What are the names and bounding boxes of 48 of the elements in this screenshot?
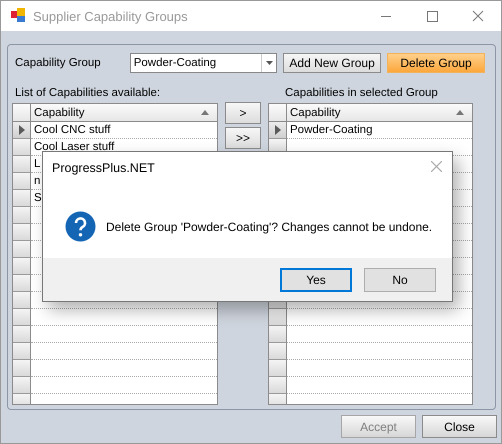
sort-ascending-icon — [201, 110, 209, 115]
row-header[interactable] — [269, 360, 287, 377]
row-header[interactable] — [269, 326, 287, 343]
dialog-button[interactable]: Yes — [280, 268, 352, 292]
app-icon — [11, 8, 27, 24]
row-header[interactable] — [13, 377, 31, 394]
row-header[interactable] — [13, 207, 31, 224]
current-row-icon — [18, 125, 24, 135]
group-dropdown[interactable]: Powder-Coating — [130, 53, 278, 73]
row-header[interactable] — [13, 156, 31, 173]
row-header[interactable] — [13, 360, 31, 377]
row-header[interactable] — [13, 309, 31, 326]
row-header[interactable] — [13, 122, 31, 139]
question-icon — [65, 211, 96, 242]
window-title: Supplier Capability Groups — [33, 8, 189, 24]
row-header[interactable] — [13, 190, 31, 207]
row-header[interactable] — [13, 241, 31, 258]
group-button[interactable]: Add New Group — [283, 53, 382, 73]
row-header[interactable] — [13, 258, 31, 275]
row-header[interactable] — [13, 326, 31, 343]
row-header[interactable] — [13, 173, 31, 190]
row-header[interactable] — [269, 377, 287, 394]
column-header[interactable]: Capability — [31, 104, 217, 122]
current-row-icon — [274, 125, 280, 135]
group-button[interactable]: Delete Group — [387, 53, 486, 73]
row-header[interactable] — [13, 292, 31, 309]
dialog-button[interactable]: No — [364, 268, 436, 292]
column-header[interactable]: Capability — [287, 104, 472, 122]
row-header[interactable] — [269, 309, 287, 326]
row-header[interactable] — [269, 122, 287, 139]
footer-button[interactable]: Close — [422, 415, 497, 438]
row-header[interactable] — [13, 343, 31, 360]
row-header[interactable] — [13, 224, 31, 241]
row-header[interactable] — [13, 139, 31, 156]
close-icon[interactable] — [431, 161, 442, 172]
dropdown-arrow-icon — [266, 61, 273, 65]
move-button[interactable]: >> — [225, 127, 261, 149]
sort-ascending-icon — [456, 110, 464, 115]
list-heading: Capabilities in selected Group — [285, 87, 438, 99]
dialog-message: Delete Group 'Powder-Coating'? Changes cannot be undone. — [106, 220, 432, 234]
table-cell[interactable]: Powder-Coating — [287, 122, 472, 139]
field-label: Capability Group — [15, 57, 102, 69]
row-header[interactable] — [269, 343, 287, 360]
row-header[interactable] — [13, 275, 31, 292]
move-button[interactable]: > — [225, 102, 261, 124]
dialog-title: ProgressPlus.NET — [52, 161, 155, 177]
list-heading: List of Capabilities available: — [15, 87, 162, 99]
table-cell[interactable]: Cool CNC stuff — [31, 122, 217, 139]
